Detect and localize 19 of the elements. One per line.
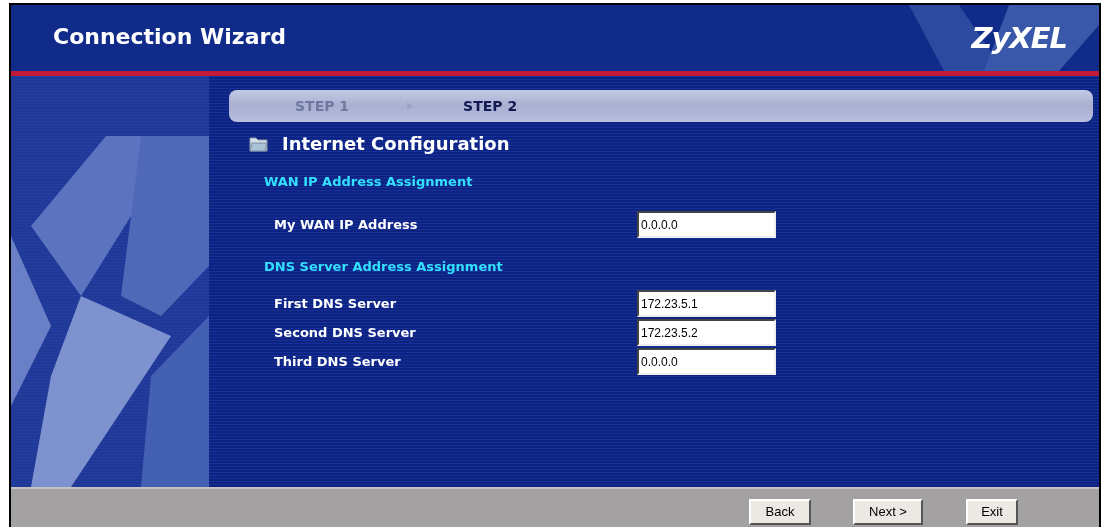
wizard-step: STEP 1	[295, 98, 350, 114]
field-label: Third DNS Server	[273, 354, 402, 369]
field-label: Second DNS Server	[273, 325, 417, 340]
folder-icon	[249, 137, 268, 151]
ip-address-field[interactable]: 172.23.5.2	[637, 319, 776, 346]
wizard-button[interactable]: Exit	[966, 498, 1018, 525]
field-label: My WAN IP Address	[273, 217, 419, 232]
brand-logo: ZyXEL	[971, 21, 1067, 55]
ip-address-field[interactable]: 0.0.0.0	[637, 348, 776, 375]
group-heading: WAN IP Address Assignment	[264, 174, 474, 191]
ip-address-field[interactable]: 172.23.5.1	[637, 290, 776, 317]
window-title: Connection Wizard	[53, 24, 287, 49]
field-label: First DNS Server	[273, 296, 398, 311]
wizard-step: STEP 2	[463, 98, 518, 114]
ip-address-field[interactable]: 0.0.0.0	[637, 211, 776, 238]
wizard-button[interactable]: Back	[749, 498, 811, 525]
wizard-button[interactable]: Next >	[853, 498, 923, 525]
group-heading: DNS Server Address Assignment	[264, 259, 504, 276]
section-title: Internet Configuration	[282, 132, 510, 154]
